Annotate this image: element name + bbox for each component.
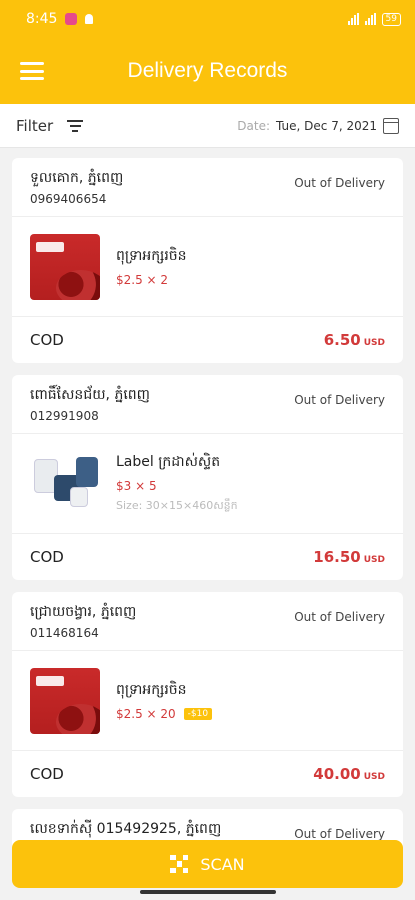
scan-container: SCAN [12,840,403,888]
payment-method: COD [30,548,64,566]
total-amount: 16.50 [313,548,361,566]
order-phone: 011468164 [30,626,99,640]
order-footer: COD 6.50 USD [12,317,403,363]
price-text: $2.5 × 2 [116,273,169,287]
order-total: 6.50 USD [324,331,385,349]
payment-method: COD [30,331,64,349]
menu-icon[interactable] [20,62,44,80]
product-name: ពុទ្រាអក្សរចិន [116,682,187,698]
order-item: ពុទ្រាអក្សរចិន $2.5 × 2 [12,217,403,317]
filter-icon [67,119,84,132]
date-label: Date: [237,118,271,133]
total-amount: 6.50 [323,331,361,349]
order-card[interactable]: ពោធិ៍សែនជ័យ, ភ្នំពេញ 012991908 Out of De… [12,375,403,580]
date-picker[interactable]: Date: Tue, Dec 7, 2021 [237,117,399,134]
gesture-bar[interactable] [139,890,276,894]
payment-method: COD [30,765,64,783]
order-item: ពុទ្រាអក្សរចិន $2.5 × 20 -$10 [12,651,403,751]
discount-badge: -$10 [183,708,213,720]
scan-button[interactable]: SCAN [12,840,403,888]
total-currency: USD [363,772,385,782]
status-time: 8:45 [26,11,58,27]
filter-button[interactable]: Filter [16,116,84,135]
order-header: ពោធិ៍សែនជ័យ, ភ្នំពេញ 012991908 Out of De… [12,375,403,434]
notification-bell-icon [85,14,94,24]
calendar-icon[interactable] [383,117,399,134]
notification-app-icon [65,13,78,25]
order-card[interactable]: ទួលគោក, ភ្នំពេញ 0969406654 Out of Delive… [12,158,403,363]
order-address: ទួលគោក, ភ្នំពេញ [30,170,124,186]
app-bar: Delivery Records [0,38,415,104]
product-size: Size: 30×15×460សន្លឹក [116,499,238,512]
product-price: $2.5 × 2 [116,273,187,287]
order-address: លេខទាក់ស៊ី 015492925, ភ្នំពេញ [30,821,222,837]
price-text: $2.5 × 20 [116,707,176,721]
product-price: $3 × 5 [116,479,238,493]
page-title: Delivery Records [127,59,288,82]
order-total: 16.50 USD [313,548,385,566]
order-footer: COD 40.00 USD [12,751,403,797]
order-address: ពោធិ៍សែនជ័យ, ភ្នំពេញ [30,387,150,403]
battery-icon: 59 [381,12,401,26]
order-list: ទួលគោក, ភ្នំពេញ 0969406654 Out of Delive… [0,148,415,867]
order-footer: COD 16.50 USD [12,534,403,580]
scan-label: SCAN [200,854,245,874]
order-header: ជ្រោយចង្វារ, ភ្នំពេញ 011468164 Out of De… [12,592,403,651]
order-address: ជ្រោយចង្វារ, ភ្នំពេញ [30,604,137,620]
signal-icon [347,13,359,25]
signal-icon-2 [364,13,376,25]
product-image [30,667,100,734]
order-phone: 012991908 [30,409,99,423]
product-image [30,450,100,517]
order-status: Out of Delivery [294,610,385,624]
order-total: 40.00 USD [313,765,385,783]
order-card[interactable]: ជ្រោយចង្វារ, ភ្នំពេញ 011468164 Out of De… [12,592,403,797]
total-amount: 40.00 [313,765,361,783]
total-currency: USD [363,555,385,565]
filter-label: Filter [16,116,54,135]
order-status: Out of Delivery [294,393,385,407]
product-price: $2.5 × 20 -$10 [116,707,213,721]
order-status: Out of Delivery [294,827,385,841]
filter-bar: Filter Date: Tue, Dec 7, 2021 [0,104,415,148]
status-bar: 8:45 59 [0,0,415,38]
order-header: ទួលគោក, ភ្នំពេញ 0969406654 Out of Delive… [12,158,403,217]
price-text: $3 × 5 [116,479,157,493]
qr-code-icon [170,855,189,873]
date-value: Tue, Dec 7, 2021 [276,118,377,133]
product-image [30,233,100,300]
order-status: Out of Delivery [294,176,385,190]
total-currency: USD [363,338,385,348]
product-name: ពុទ្រាអក្សរចិន [116,248,187,264]
order-phone: 0969406654 [30,192,107,206]
product-name: Label ក្រដាស់ស្ទិត [116,454,221,470]
order-item: Label ក្រដាស់ស្ទិត $3 × 5 Size: 30×15×46… [12,434,403,534]
